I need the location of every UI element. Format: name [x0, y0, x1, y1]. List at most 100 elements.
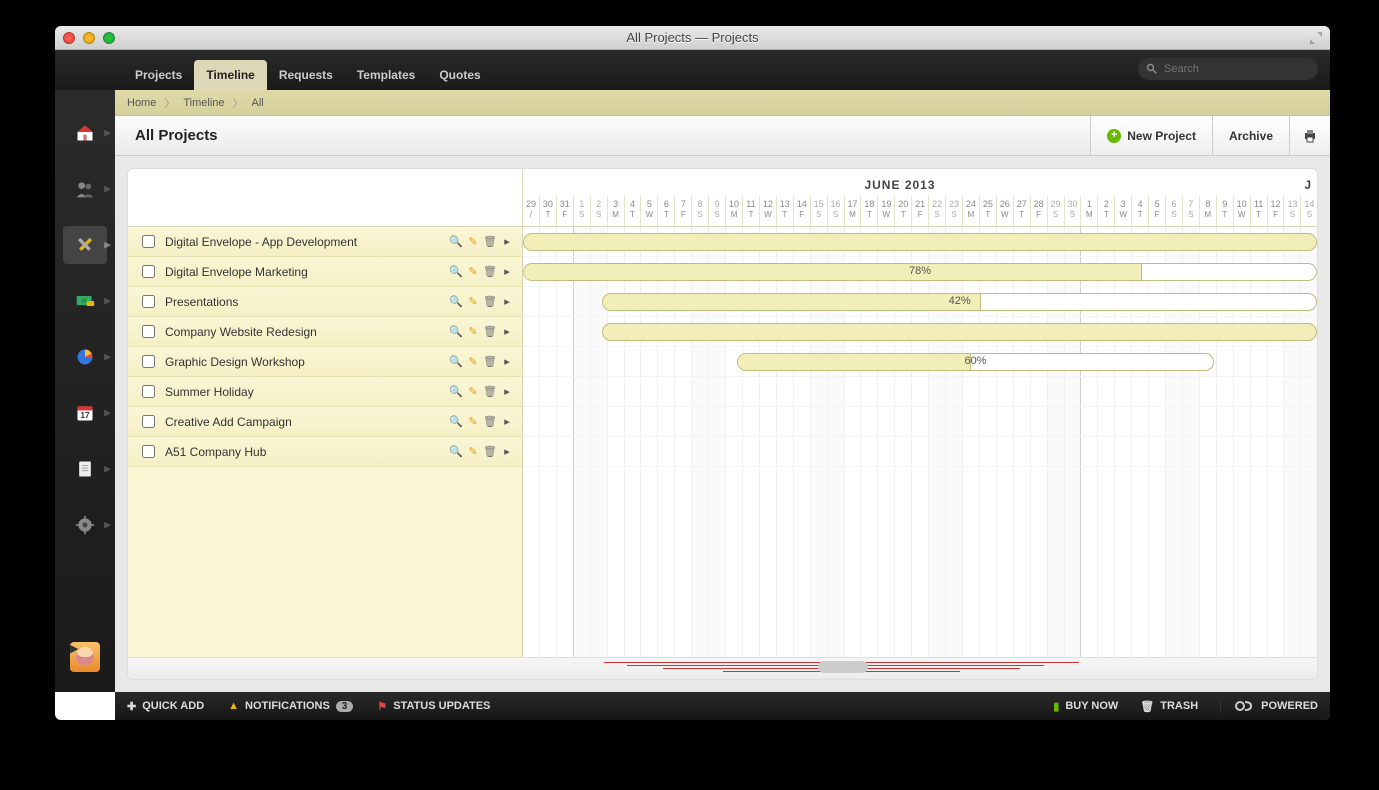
trash-button[interactable]: 🗑TRASH: [1140, 700, 1198, 713]
zoom-icon[interactable]: 🔍: [449, 415, 463, 429]
project-checkbox[interactable]: [142, 325, 155, 338]
project-checkbox[interactable]: [142, 235, 155, 248]
play-icon[interactable]: ▸: [500, 385, 514, 399]
day-column: 14S: [1300, 196, 1317, 226]
zoom-icon[interactable]: 🔍: [449, 445, 463, 459]
user-avatar[interactable]: ▶: [70, 642, 100, 672]
day-column: 13T: [776, 196, 793, 226]
project-row[interactable]: Summer Holiday🔍✎🗑▸: [128, 377, 522, 407]
sidebar: ▶ ▶ ▶ ▶ ▶ 17▶ ▶ ▶ ▶: [55, 90, 115, 692]
delete-icon[interactable]: 🗑: [483, 415, 497, 429]
project-checkbox[interactable]: [142, 385, 155, 398]
new-project-button[interactable]: + New Project: [1090, 116, 1212, 155]
gantt-bar[interactable]: [602, 323, 1317, 341]
edit-icon[interactable]: ✎: [466, 325, 480, 339]
play-icon[interactable]: ▸: [500, 295, 514, 309]
zoom-icon[interactable]: 🔍: [449, 355, 463, 369]
sidebar-item-calendar[interactable]: 17▶: [63, 394, 107, 432]
zoom-icon[interactable]: 🔍: [449, 265, 463, 279]
print-button[interactable]: [1289, 116, 1330, 155]
zoom-icon[interactable]: 🔍: [449, 325, 463, 339]
window-zoom-button[interactable]: [103, 32, 115, 44]
zoom-icon[interactable]: 🔍: [449, 295, 463, 309]
archive-button[interactable]: Archive: [1212, 116, 1289, 155]
project-row[interactable]: Digital Envelope - App Development🔍✎🗑▸: [128, 227, 522, 257]
project-name: Presentations: [165, 295, 238, 309]
quick-add-button[interactable]: ✚QUICK ADD: [127, 700, 204, 713]
project-checkbox[interactable]: [142, 265, 155, 278]
delete-icon[interactable]: 🗑: [483, 385, 497, 399]
zoom-icon[interactable]: 🔍: [449, 235, 463, 249]
breadcrumb-home[interactable]: Home: [127, 97, 156, 109]
search-field[interactable]: [1138, 58, 1318, 80]
window-fullscreen-icon[interactable]: [1310, 32, 1322, 44]
play-icon[interactable]: ▸: [500, 235, 514, 249]
project-row[interactable]: Digital Envelope Marketing🔍✎🗑▸: [128, 257, 522, 287]
powered-label[interactable]: POWERED: [1220, 699, 1318, 713]
project-row[interactable]: A51 Company Hub🔍✎🗑▸: [128, 437, 522, 467]
gantt-area[interactable]: 78% 42% 60%: [523, 227, 1317, 657]
day-column: 10W: [1233, 196, 1250, 226]
project-checkbox[interactable]: [142, 355, 155, 368]
day-column: 9S: [708, 196, 725, 226]
day-column: 27T: [1013, 196, 1030, 226]
edit-icon[interactable]: ✎: [466, 445, 480, 459]
sidebar-item-settings[interactable]: ▶: [63, 506, 107, 544]
day-column: 6T: [657, 196, 674, 226]
play-icon[interactable]: ▸: [500, 415, 514, 429]
project-checkbox[interactable]: [142, 295, 155, 308]
tab-templates[interactable]: Templates: [345, 60, 427, 90]
window-minimize-button[interactable]: [83, 32, 95, 44]
status-updates-button[interactable]: ⚑STATUS UPDATES: [377, 700, 490, 713]
delete-icon[interactable]: 🗑: [483, 265, 497, 279]
delete-icon[interactable]: 🗑: [483, 445, 497, 459]
notifications-button[interactable]: ▲NOTIFICATIONS3: [228, 700, 353, 712]
project-row[interactable]: Company Website Redesign🔍✎🗑▸: [128, 317, 522, 347]
delete-icon[interactable]: 🗑: [483, 295, 497, 309]
gantt-bar[interactable]: [523, 233, 1317, 251]
scroll-thumb[interactable]: [818, 661, 868, 673]
edit-icon[interactable]: ✎: [466, 415, 480, 429]
play-icon[interactable]: ▸: [500, 325, 514, 339]
tab-requests[interactable]: Requests: [267, 60, 345, 90]
edit-icon[interactable]: ✎: [466, 385, 480, 399]
play-icon[interactable]: ▸: [500, 355, 514, 369]
edit-icon[interactable]: ✎: [466, 295, 480, 309]
day-column: 8M: [1199, 196, 1216, 226]
money-icon: [75, 291, 95, 311]
gantt-bar[interactable]: 60%: [737, 353, 1213, 371]
delete-icon[interactable]: 🗑: [483, 235, 497, 249]
breadcrumb-all[interactable]: All: [252, 97, 264, 109]
sidebar-item-reports[interactable]: ▶: [63, 338, 107, 376]
window-close-button[interactable]: [63, 32, 75, 44]
tab-quotes[interactable]: Quotes: [427, 60, 492, 90]
sidebar-item-tools[interactable]: ▶: [63, 226, 107, 264]
day-column: 3W: [1114, 196, 1131, 226]
delete-icon[interactable]: 🗑: [483, 325, 497, 339]
sidebar-item-people[interactable]: ▶: [63, 170, 107, 208]
edit-icon[interactable]: ✎: [466, 265, 480, 279]
sidebar-item-home[interactable]: ▶: [63, 114, 107, 152]
search-input[interactable]: [1164, 63, 1310, 75]
project-checkbox[interactable]: [142, 445, 155, 458]
edit-icon[interactable]: ✎: [466, 235, 480, 249]
edit-icon[interactable]: ✎: [466, 355, 480, 369]
gantt-bar[interactable]: 42%: [602, 293, 1317, 311]
play-icon[interactable]: ▸: [500, 445, 514, 459]
sidebar-item-documents[interactable]: ▶: [63, 450, 107, 488]
buy-now-button[interactable]: ▮BUY NOW: [1053, 700, 1118, 713]
tab-timeline[interactable]: Timeline: [194, 60, 266, 90]
timeline-scroller[interactable]: [128, 657, 1317, 679]
project-row[interactable]: Graphic Design Workshop🔍✎🗑▸: [128, 347, 522, 377]
tab-projects[interactable]: Projects: [123, 60, 194, 90]
gantt-bar[interactable]: 78%: [523, 263, 1317, 281]
project-checkbox[interactable]: [142, 415, 155, 428]
play-icon[interactable]: ▸: [500, 265, 514, 279]
sidebar-item-money[interactable]: ▶: [63, 282, 107, 320]
breadcrumb-timeline[interactable]: Timeline: [183, 97, 224, 109]
delete-icon[interactable]: 🗑: [483, 355, 497, 369]
status-bar: ✚QUICK ADD ▲NOTIFICATIONS3 ⚑STATUS UPDAT…: [115, 692, 1330, 720]
zoom-icon[interactable]: 🔍: [449, 385, 463, 399]
project-row[interactable]: Presentations 🔍✎🗑▸: [128, 287, 522, 317]
project-row[interactable]: Creative Add Campaign🔍✎🗑▸: [128, 407, 522, 437]
